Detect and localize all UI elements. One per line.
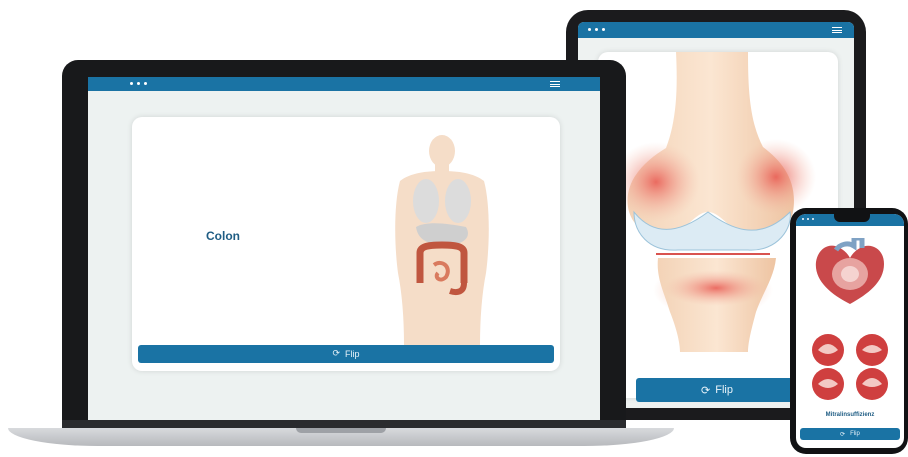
flip-button-label: Flip <box>850 431 860 437</box>
flashcard: Colon ⟳ Flip <box>132 117 560 371</box>
flip-button-label: Flip <box>715 384 733 396</box>
trackpad-notch <box>296 428 386 433</box>
phone-notch <box>834 214 870 222</box>
flip-button[interactable]: ⟳ Flip <box>636 378 798 402</box>
window-dots-icon <box>130 82 147 85</box>
window-dots-icon <box>588 28 605 31</box>
phone-screen: Mitralinsuffizienz ⟳ Flip <box>796 214 904 448</box>
heart-illustration <box>815 238 884 304</box>
tablet-app-bar <box>578 22 854 38</box>
window-dots-icon <box>802 218 814 220</box>
valve-illustrations <box>812 334 888 400</box>
refresh-icon: ⟳ <box>701 383 711 397</box>
card-title: Mitralinsuffizienz <box>825 412 875 418</box>
card-title: Colon <box>206 229 240 243</box>
refresh-icon: ⟳ <box>840 430 846 438</box>
human-body-colon-illustration <box>395 135 489 345</box>
laptop-device: Colon ⟳ Flip <box>62 60 626 432</box>
laptop-base <box>8 428 674 446</box>
refresh-icon: ⟳ <box>332 349 341 359</box>
flip-button[interactable]: ⟳ Flip <box>800 428 900 440</box>
flip-button-label: Flip <box>345 349 360 359</box>
flip-button[interactable]: ⟳ Flip <box>138 345 554 363</box>
hamburger-menu-icon[interactable] <box>832 27 842 33</box>
hamburger-menu-icon[interactable] <box>550 81 560 87</box>
phone-device: Mitralinsuffizienz ⟳ Flip <box>790 208 908 454</box>
laptop-screen: Colon ⟳ Flip <box>88 77 600 421</box>
laptop-app-bar <box>88 77 600 91</box>
